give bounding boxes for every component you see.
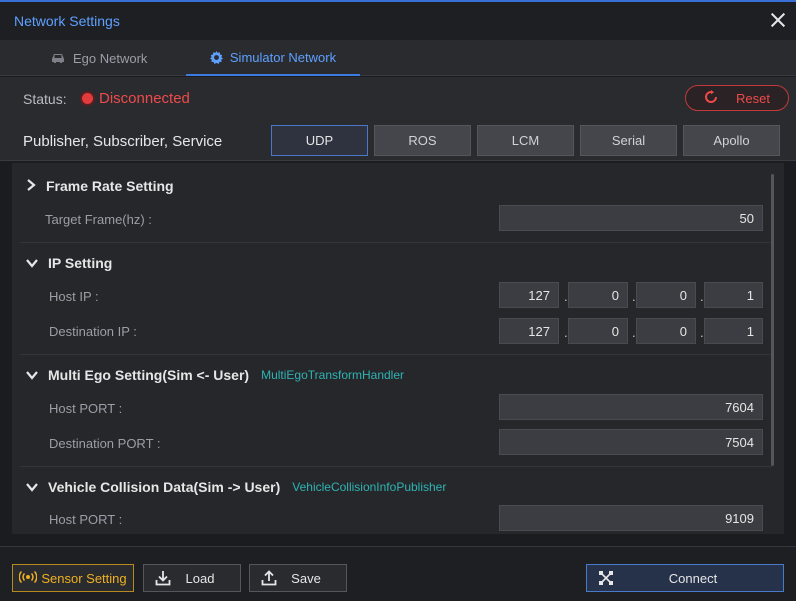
destination-ip-octet-1[interactable]: 127 (499, 318, 559, 344)
destination-ip-label: Destination IP : (49, 324, 137, 339)
sensor-setting-label: Sensor Setting (41, 570, 127, 586)
multi-ego-dest-port-label: Destination PORT : (49, 436, 161, 451)
protocol-bar: Publisher, Subscriber, Service UDP ROS L… (0, 121, 796, 161)
protocol-lcm-button[interactable]: LCM (477, 125, 574, 156)
protocol-serial-button[interactable]: Serial (580, 125, 677, 156)
footer-bar: Sensor Setting Load Save Connect (0, 546, 796, 601)
broadcast-icon (18, 570, 38, 586)
refresh-icon (704, 89, 718, 107)
tab-simulator-network[interactable]: Simulator Network (186, 40, 360, 76)
divider (20, 466, 772, 467)
window-title: Network Settings (14, 13, 120, 29)
divider (20, 354, 772, 355)
destination-ip-octet-4[interactable]: 1 (704, 318, 763, 344)
section-frame-rate-title: Frame Rate Setting (46, 178, 174, 194)
destination-ip-octet-3[interactable]: 0 (636, 318, 696, 344)
section-ip-setting-title: IP Setting (48, 255, 113, 271)
title-bar: Network Settings (0, 0, 796, 40)
upload-icon (258, 570, 280, 586)
chevron-right-icon (26, 178, 36, 194)
multi-ego-dest-port-input[interactable]: 7504 (499, 429, 763, 455)
connect-label: Connect (668, 570, 718, 586)
status-dot-icon (82, 93, 93, 104)
multi-ego-host-port-input[interactable]: 7604 (499, 394, 763, 420)
section-ip-setting[interactable]: IP Setting (26, 249, 112, 277)
host-ip-label: Host IP : (49, 289, 99, 304)
status-value: Disconnected (99, 90, 190, 107)
section-frame-rate[interactable]: Frame Rate Setting (26, 172, 174, 200)
section-multi-ego[interactable]: Multi Ego Setting(Sim <- User) MultiEgoT… (26, 361, 404, 389)
tab-ego-network[interactable]: Ego Network (34, 40, 163, 76)
section-vehicle-collision[interactable]: Vehicle Collision Data(Sim -> User) Vehi… (26, 473, 446, 501)
sensor-setting-button[interactable]: Sensor Setting (12, 564, 134, 592)
status-label: Status: (23, 91, 67, 107)
chevron-down-icon (26, 255, 38, 271)
load-label: Load (185, 570, 215, 586)
collision-host-port-label: Host PORT : (49, 512, 123, 527)
reset-button[interactable]: Reset (685, 85, 789, 111)
host-ip-octet-1[interactable]: 127 (499, 282, 559, 308)
collision-host-port-input[interactable]: 9109 (499, 505, 763, 531)
host-ip-octet-3[interactable]: 0 (636, 282, 696, 308)
connect-button[interactable]: Connect (586, 564, 784, 592)
status-bar: Status: Disconnected Reset (0, 77, 796, 121)
protocol-label: Publisher, Subscriber, Service (23, 133, 223, 150)
multi-ego-host-port-label: Host PORT : (49, 401, 123, 416)
gear-icon (209, 50, 223, 64)
save-button[interactable]: Save (249, 564, 347, 592)
divider (20, 242, 772, 243)
multi-ego-handler-name: MultiEgoTransformHandler (261, 368, 405, 382)
host-ip-octet-2[interactable]: 0 (568, 282, 628, 308)
tab-ego-network-label: Ego Network (73, 50, 148, 66)
load-button[interactable]: Load (143, 564, 241, 592)
tab-bar: Ego Network Simulator Network (0, 40, 796, 76)
save-label: Save (291, 570, 321, 586)
section-multi-ego-title: Multi Ego Setting(Sim <- User) (48, 367, 250, 383)
chevron-down-icon (26, 479, 38, 495)
destination-ip-octet-2[interactable]: 0 (568, 318, 628, 344)
close-icon[interactable] (768, 10, 788, 30)
chevron-down-icon (26, 367, 38, 383)
host-ip-octet-4[interactable]: 1 (704, 282, 763, 308)
collision-handler-name: VehicleCollisionInfoPublisher (292, 480, 447, 494)
reset-label: Reset (736, 90, 770, 106)
section-vehicle-collision-title: Vehicle Collision Data(Sim -> User) (48, 479, 281, 495)
settings-panel: Frame Rate Setting Target Frame(hz) : 50… (12, 163, 784, 534)
protocol-ros-button[interactable]: ROS (374, 125, 471, 156)
car-icon (50, 52, 66, 64)
download-icon (152, 570, 174, 586)
tab-simulator-network-label: Simulator Network (229, 49, 337, 65)
protocol-apollo-button[interactable]: Apollo (683, 125, 780, 156)
target-frame-input[interactable]: 50 (499, 205, 763, 231)
network-icon (595, 570, 617, 586)
protocol-udp-button[interactable]: UDP (271, 125, 368, 156)
scrollbar[interactable] (771, 174, 774, 466)
target-frame-label: Target Frame(hz) : (45, 212, 152, 227)
